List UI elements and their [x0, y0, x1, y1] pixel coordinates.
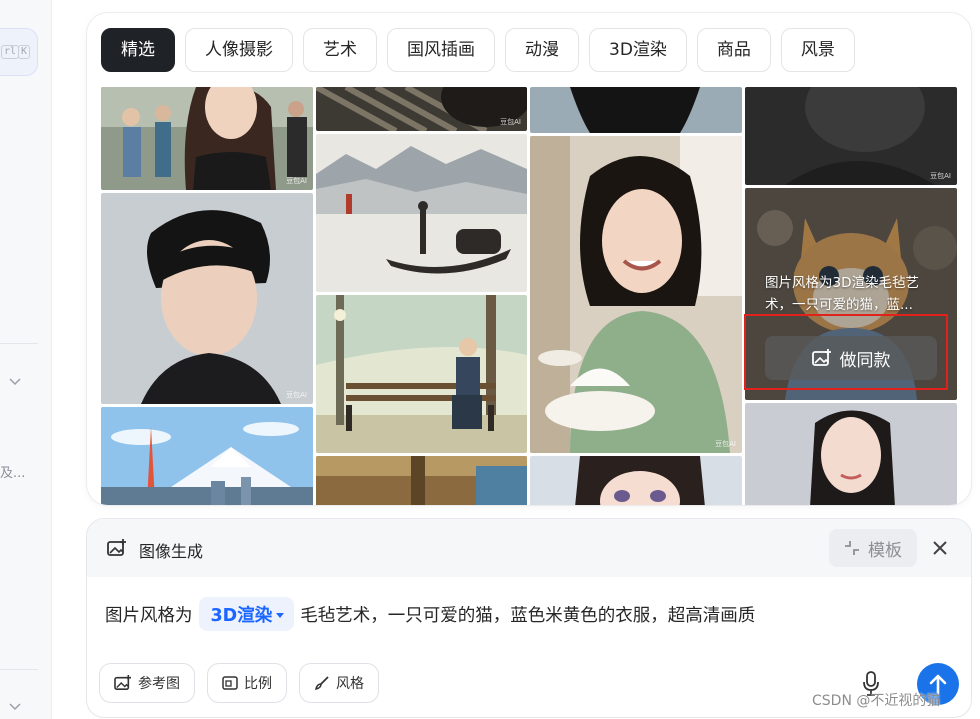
tab-featured[interactable]: 精选 [101, 28, 175, 72]
sidebar-divider [0, 343, 38, 344]
image-watermark: 豆包AI [286, 177, 307, 185]
gallery-image-ink-boat[interactable] [316, 134, 527, 292]
style-chip-dropdown[interactable]: 3D渲染 [198, 597, 295, 631]
gallery-image-tokyo-tower[interactable] [101, 407, 313, 505]
gallery-image-smiling-woman-cafe[interactable]: 豆包AI [530, 136, 742, 453]
tab-art[interactable]: 艺术 [303, 28, 377, 72]
style-label: 风格 [336, 676, 364, 692]
reference-image-button[interactable]: 参考图 [99, 663, 195, 703]
gallery-image-dark-fabric[interactable]: 豆包AI [316, 87, 527, 131]
image-watermark: 豆包AI [715, 440, 736, 448]
image-watermark: 豆包AI [286, 391, 307, 399]
caret-down-icon [276, 612, 285, 618]
image-watermark: 豆包AI [500, 118, 521, 126]
tab-anime[interactable]: 动漫 [505, 28, 579, 72]
aspect-ratio-icon [222, 676, 238, 690]
style-button[interactable]: 风格 [299, 663, 379, 703]
sidebar-truncated-text[interactable]: 及... [0, 462, 25, 481]
collapse-icon [845, 541, 859, 555]
chevron-down-icon[interactable] [8, 699, 22, 713]
close-icon[interactable] [929, 537, 951, 559]
gallery-image-old-man-bench[interactable] [316, 295, 527, 453]
gallery-image-street-girl[interactable]: 豆包AI [101, 87, 313, 190]
image-watermark: 豆包AI [930, 172, 951, 180]
aspect-ratio-button[interactable]: 比例 [207, 663, 287, 703]
tab-chinese-illustration[interactable]: 国风插画 [387, 28, 495, 72]
composer-title: 图像生成 [139, 542, 204, 561]
gallery-image-black-dress[interactable] [530, 87, 742, 133]
tab-portrait[interactable]: 人像摄影 [185, 28, 293, 72]
left-sidebar: rl K 及... [0, 0, 52, 719]
prompt-text-before: 图片风格为 [105, 605, 193, 626]
csdn-watermark: CSDN @不近视的猫 [812, 693, 941, 709]
tab-product[interactable]: 商品 [696, 28, 771, 72]
category-tabs: 精选 人像摄影 艺术 国风插画 动漫 3D渲染 商品 风景 [101, 28, 855, 72]
composer-header: 图像生成 模板 [87, 519, 971, 577]
hover-prompt-description: 图片风格为3D渲染毛毡艺术，一只可爱的猫，蓝... [765, 275, 919, 313]
template-button[interactable]: 模板 [829, 529, 917, 567]
chevron-down-icon[interactable] [8, 374, 22, 388]
template-label: 模板 [868, 540, 902, 561]
shortcut-key-ctrl: rl [1, 45, 20, 59]
gallery-image-young-man-portrait[interactable]: 豆包AI [101, 193, 313, 404]
shortcut-key-k: K [18, 45, 31, 59]
image-generation-composer: 图像生成 模板 图片风格为 3D渲染 毛毡艺术，一只可爱的猫，蓝色米黄色的衣服，… [86, 518, 972, 718]
inspiration-gallery: 精选 人像摄影 艺术 国风插画 动漫 3D渲染 商品 风景 豆包AI 豆包AI … [86, 12, 972, 506]
brush-icon [315, 676, 329, 690]
gallery-image-forest[interactable] [316, 456, 527, 505]
search-shortcut-pill[interactable]: rl K [0, 28, 38, 76]
aspect-ratio-label: 比例 [244, 676, 272, 692]
gallery-image-woman-portrait[interactable] [745, 403, 957, 505]
composer-toolbar: 参考图 比例 风格 [99, 663, 379, 703]
sidebar-divider [0, 669, 38, 670]
gallery-image-anime-girl[interactable] [530, 456, 742, 505]
prompt-text-after: 毛毡艺术，一只可爱的猫，蓝色米黄色的衣服，超高清画质 [300, 605, 756, 626]
reference-image-label: 参考图 [138, 676, 180, 692]
gallery-image-dark-portrait[interactable]: 豆包AI [745, 87, 957, 185]
image-plus-icon [114, 675, 131, 691]
image-generate-icon [107, 539, 126, 556]
style-chip-label: 3D渲染 [210, 605, 273, 626]
tab-landscape[interactable]: 风景 [780, 28, 855, 72]
prompt-input[interactable]: 图片风格为 3D渲染 毛毡艺术，一只可爱的猫，蓝色米黄色的衣服，超高清画质 [105, 597, 755, 631]
tab-3d-render[interactable]: 3D渲染 [589, 28, 687, 72]
highlight-annotation-box [744, 314, 948, 390]
